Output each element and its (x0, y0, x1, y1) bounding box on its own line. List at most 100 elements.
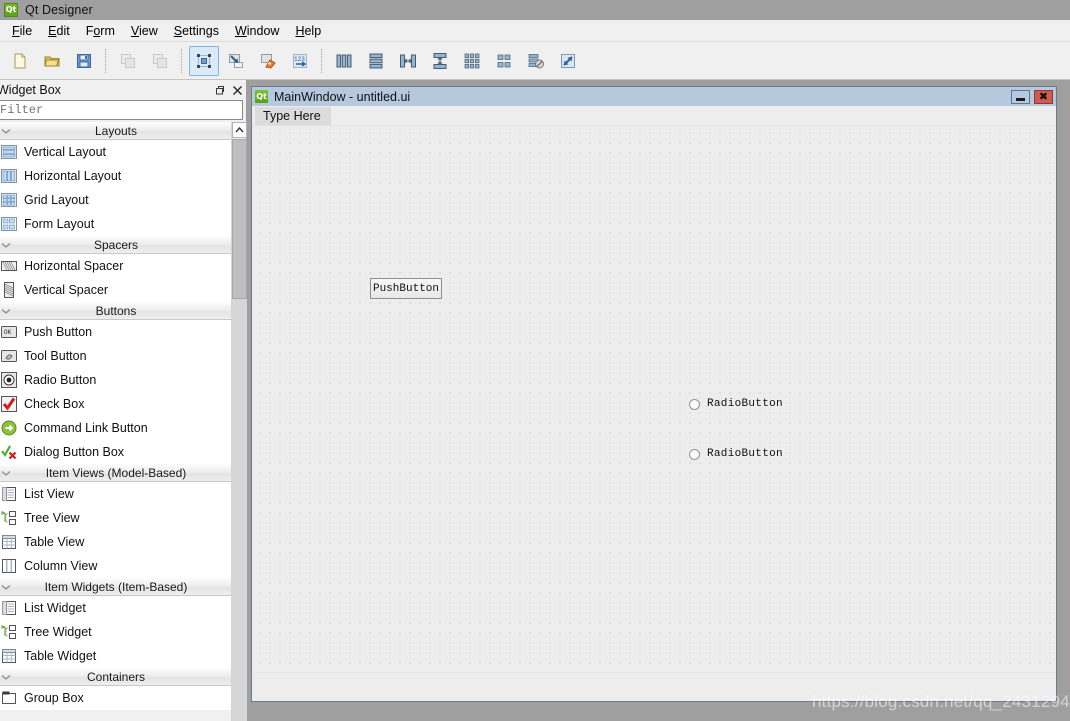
form-canvas[interactable]: PushButton RadioButton RadioButton (252, 126, 1056, 672)
menu-item-view[interactable]: View (123, 22, 166, 40)
widget-box-item-list-widget[interactable]: List Widget (0, 596, 232, 620)
toolbar-button-layout-form[interactable] (489, 46, 519, 76)
section-title: Layouts (94, 124, 138, 138)
command-link-button-icon (0, 418, 20, 438)
radio-indicator-icon[interactable] (689, 448, 700, 460)
toolbar-button-edit-tab-order[interactable]: 123 (285, 46, 315, 76)
float-icon[interactable] (210, 82, 228, 98)
menu-item-help[interactable]: Help (287, 22, 329, 40)
widget-box-item-radio-button[interactable]: Radio Button (0, 368, 232, 392)
filter-input[interactable] (0, 100, 243, 120)
toolbar: 123 (0, 42, 1070, 80)
widget-box-section-header[interactable]: Layouts (0, 122, 232, 140)
widget-box-item-command-link-button[interactable]: Command Link Button (0, 416, 232, 440)
widget-box-section-header[interactable]: Item Widgets (Item-Based) (0, 578, 232, 596)
radio-button-label: RadioButton (707, 448, 783, 460)
toolbar-button-new-file[interactable] (5, 46, 35, 76)
widget-box-item-tree-widget[interactable]: Tree Widget (0, 620, 232, 644)
widget-box-item-table-widget[interactable]: Table Widget (0, 644, 232, 668)
toolbar-button-edit-widgets[interactable] (189, 45, 219, 76)
widget-box-item-horizontal-layout[interactable]: Horizontal Layout (0, 164, 232, 188)
menu-item-form[interactable]: Form (78, 22, 123, 40)
widget-box-item-label: List Widget (24, 601, 86, 615)
toolbar-button-paste (145, 46, 175, 76)
edit-buddies-icon (260, 53, 276, 69)
widget-box-item-grid-layout[interactable]: Grid Layout (0, 188, 232, 212)
toolbar-button-edit-signals-slots[interactable] (221, 46, 251, 76)
form-statusbar (252, 672, 1056, 701)
widget-box-item-label: Table Widget (24, 649, 97, 663)
widget-box-item-vertical-layout[interactable]: Vertical Layout (0, 140, 232, 164)
menubar-type-here-placeholder[interactable]: Type Here (255, 106, 331, 125)
close-button[interactable]: ✖ (1034, 89, 1053, 104)
tree-view-icon (0, 508, 20, 528)
check-box-icon (0, 394, 20, 414)
widget-box-item-label: Vertical Spacer (24, 283, 109, 297)
toolbar-separator (105, 48, 107, 73)
toolbar-button-save[interactable] (69, 46, 99, 76)
widget-box-item-dialog-button-box[interactable]: Dialog Button Box (0, 440, 232, 464)
tool-button-icon (0, 346, 20, 366)
application-titlebar: Qt Qt Designer (0, 0, 1070, 20)
widget-box-scrollbar[interactable] (231, 122, 247, 721)
toolbar-button-layout-vertically[interactable] (361, 46, 391, 76)
widget-box-item-form-layout[interactable]: Form Layout (0, 212, 232, 236)
radio-indicator-icon[interactable] (689, 398, 700, 410)
minimize-button[interactable] (1011, 89, 1030, 104)
form-push-button[interactable]: PushButton (370, 278, 442, 299)
widget-box-section-header[interactable]: Spacers (0, 236, 232, 254)
widget-box-item-column-view[interactable]: Column View (0, 554, 232, 578)
toolbar-button-layout-grid[interactable] (457, 46, 487, 76)
menu-item-settings[interactable]: Settings (166, 22, 227, 40)
widget-box-item-group-box[interactable]: Group Box (0, 686, 232, 710)
close-icon[interactable] (228, 82, 246, 98)
toolbar-separator (321, 48, 323, 73)
form-radio-button[interactable]: RadioButton (689, 398, 783, 410)
widget-box-item-list-view[interactable]: List View (0, 482, 232, 506)
toolbar-button-open-folder[interactable] (37, 46, 67, 76)
group-box-icon (0, 688, 20, 708)
toolbar-button-edit-buddies[interactable] (253, 46, 283, 76)
form-window: Qt MainWindow - untitled.ui ✖ Type Here … (251, 86, 1057, 702)
widget-box-item-tree-view[interactable]: Tree View (0, 506, 232, 530)
widget-box-item-tool-button[interactable]: Tool Button (0, 344, 232, 368)
scroll-up-icon[interactable] (232, 122, 247, 138)
horizontal-spacer-icon (0, 256, 20, 276)
break-layout-icon (528, 53, 544, 69)
form-menubar[interactable]: Type Here (252, 106, 1056, 126)
svg-text:OK: OK (4, 329, 12, 336)
widget-box-list: Layouts Vertical Layout Horizontal Layout G… (0, 122, 232, 710)
toolbar-button-layout-splitter-h[interactable] (393, 46, 423, 76)
chevron-down-icon (1, 673, 11, 683)
layout-grid-icon (464, 53, 480, 69)
widget-box-section-header[interactable]: Buttons (0, 302, 232, 320)
toolbar-button-layout-horizontally[interactable] (329, 46, 359, 76)
toolbar-button-layout-splitter-v[interactable] (425, 46, 455, 76)
layout-splitter-h-icon (400, 53, 416, 69)
widget-box-item-table-view[interactable]: Table View (0, 530, 232, 554)
toolbar-button-adjust-size[interactable] (553, 46, 583, 76)
form-radio-button[interactable]: RadioButton (689, 448, 783, 460)
toolbar-button-break-layout[interactable] (521, 46, 551, 76)
qt-logo-icon: Qt (255, 90, 268, 103)
minimize-icon (1016, 97, 1025, 101)
widget-box-item-check-box[interactable]: Check Box (0, 392, 232, 416)
menu-item-file[interactable]: File (4, 22, 40, 40)
scrollbar-thumb[interactable] (232, 139, 247, 299)
toolbar-separator (181, 48, 183, 73)
edit-widgets-icon (196, 53, 212, 69)
qt-designer-window: Qt Qt Designer File Edit Form View Settings W… (0, 0, 1070, 721)
scrollbar-track[interactable] (232, 139, 247, 721)
widget-box-item-vertical-spacer[interactable]: Vertical Spacer (0, 278, 232, 302)
widget-box-dock: Widget Box Layouts Vertical Layout Horizon… (0, 80, 247, 721)
widget-box-section-header[interactable]: Containers (0, 668, 232, 686)
widget-box-item-push-button[interactable]: OK Push Button (0, 320, 232, 344)
menu-item-edit[interactable]: Edit (40, 22, 78, 40)
chevron-down-icon (1, 307, 11, 317)
form-window-titlebar[interactable]: Qt MainWindow - untitled.ui ✖ (252, 87, 1056, 106)
widget-box-item-horizontal-spacer[interactable]: Horizontal Spacer (0, 254, 232, 278)
widget-box-item-label: Column View (24, 559, 98, 573)
menu-item-window[interactable]: Window (227, 22, 287, 40)
widget-box-item-label: Horizontal Layout (24, 169, 122, 183)
widget-box-section-header[interactable]: Item Views (Model-Based) (0, 464, 232, 482)
